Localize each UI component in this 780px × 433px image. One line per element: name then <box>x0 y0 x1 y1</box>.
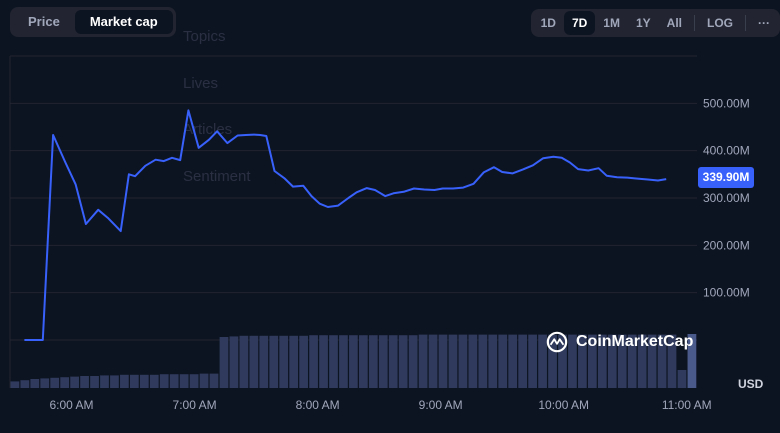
x-tick-label: 10:00 AM <box>538 398 589 412</box>
current-value-badge: 339.90M <box>698 167 754 188</box>
volume-bar <box>80 376 89 388</box>
volume-bar <box>50 377 60 388</box>
volume-bar <box>468 334 478 388</box>
x-tick-label: 11:00 AM <box>662 398 712 412</box>
series-line <box>24 109 667 341</box>
market-cap-chart[interactable]: 100.00M 200.00M 300.00M 400.00M 500.00M 6:00… <box>0 0 780 433</box>
volume-bar <box>179 374 189 388</box>
volume-bar <box>299 335 308 388</box>
volume-bar <box>408 335 418 388</box>
y-tick-label: 500.00M <box>703 96 750 110</box>
volume-bar <box>339 335 348 388</box>
volume-bar <box>30 379 40 388</box>
volume-bar <box>169 374 179 388</box>
x-tick-label: 9:00 AM <box>419 398 463 412</box>
volume-bar <box>100 375 109 388</box>
volume-bar <box>10 381 20 388</box>
price-series <box>24 0 693 341</box>
x-tick-label: 8:00 AM <box>296 398 340 412</box>
volume-bar <box>239 335 249 388</box>
volume-bar <box>677 370 687 388</box>
y-tick-label: 100.00M <box>703 286 750 300</box>
volume-bar <box>20 380 30 388</box>
volume-bar <box>508 334 518 388</box>
volume-bar <box>249 335 259 388</box>
volume-bar <box>418 334 428 388</box>
volume-bar <box>60 377 70 388</box>
volume-bar <box>528 334 537 388</box>
x-axis-ticks: 6:00 AM 7:00 AM 8:00 AM 9:00 AM 10:00 AM 11:0… <box>50 398 712 412</box>
volume-bar <box>149 374 159 388</box>
y-tick-label: 400.00M <box>703 144 750 158</box>
volume-bar <box>358 335 368 388</box>
volume-bar <box>259 335 269 388</box>
y-axis-ticks: 100.00M 200.00M 300.00M 400.00M 500.00M <box>703 96 750 299</box>
volume-bar <box>309 335 318 388</box>
volume-bar <box>488 334 498 388</box>
volume-bar <box>70 376 79 388</box>
coinmarketcap-logo-icon <box>546 331 568 353</box>
volume-bar <box>90 376 99 388</box>
volume-bar <box>478 334 488 388</box>
volume-bar <box>438 334 448 388</box>
currency-label: USD <box>738 377 764 391</box>
volume-bar <box>368 335 378 388</box>
x-tick-label: 7:00 AM <box>173 398 217 412</box>
volume-bar <box>388 335 398 388</box>
volume-bar <box>349 335 358 388</box>
coinmarketcap-watermark: CoinMarketCap <box>546 331 693 353</box>
volume-bar <box>120 374 129 388</box>
volume-bar <box>518 334 528 388</box>
volume-bar <box>279 335 289 388</box>
volume-bar <box>398 335 408 388</box>
x-tick-label: 6:00 AM <box>50 398 94 412</box>
volume-bar <box>498 334 508 388</box>
volume-bar <box>319 335 328 388</box>
volume-bar <box>209 373 219 388</box>
volume-bar <box>189 374 199 388</box>
volume-bar <box>229 336 239 388</box>
volume-bar <box>448 334 458 388</box>
volume-bar <box>458 334 468 388</box>
volume-bar <box>40 378 50 388</box>
volume-bar <box>219 337 229 388</box>
volume-bar <box>289 335 299 388</box>
volume-bar <box>129 374 139 388</box>
volume-bar <box>159 374 169 388</box>
volume-bar <box>378 335 388 388</box>
y-tick-label: 300.00M <box>703 191 750 205</box>
volume-bar <box>269 335 279 388</box>
volume-bar <box>199 373 209 388</box>
volume-bar <box>329 335 338 388</box>
brand-name: CoinMarketCap <box>576 333 694 350</box>
volume-bar <box>110 375 119 388</box>
y-tick-label: 200.00M <box>703 238 750 252</box>
volume-bar <box>139 374 149 388</box>
volume-bar <box>428 334 438 388</box>
